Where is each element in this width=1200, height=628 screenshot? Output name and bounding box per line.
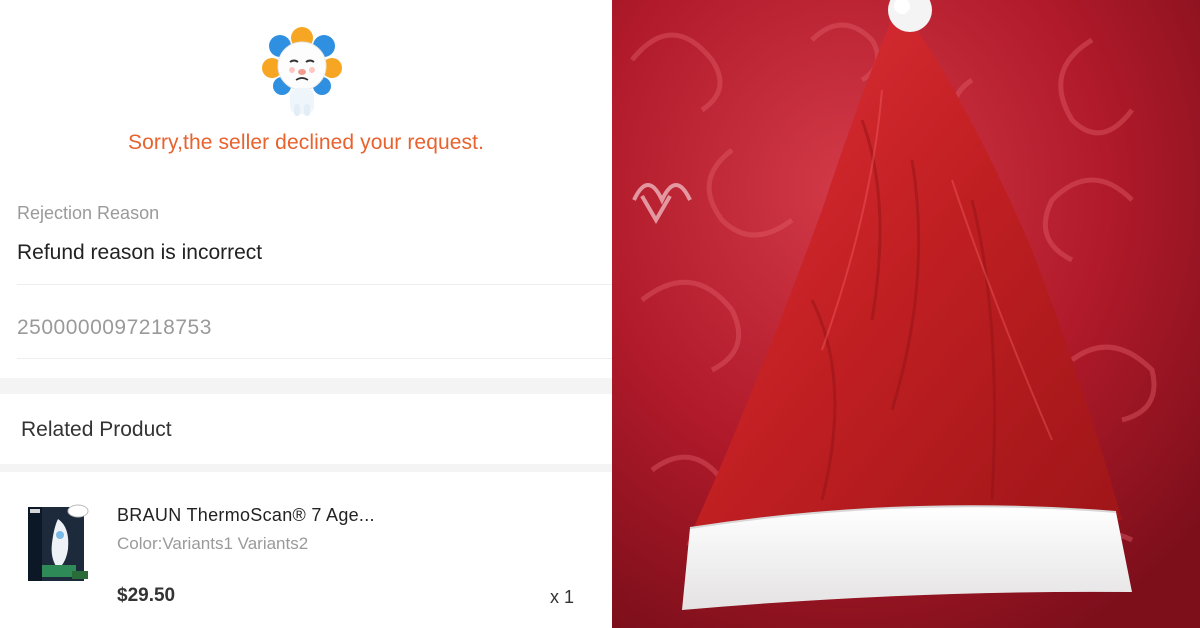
product-price: $29.50 [117, 585, 176, 606]
request-id: 2500000097218753 [17, 316, 212, 339]
divider [17, 358, 612, 359]
decline-message: Sorry,the seller declined your request. [127, 131, 485, 154]
product-name[interactable]: BRAUN ThermoScan® 7 Age... [117, 505, 375, 526]
product-variant: Color:Variants1 Variants2 [117, 534, 309, 553]
rejection-reason-value: Refund reason is incorrect [17, 241, 263, 264]
product-quantity: x 1 [550, 587, 575, 607]
divider [17, 284, 612, 285]
thermometer-product-box-icon[interactable] [16, 501, 102, 583]
santa-hat-photo [612, 0, 1200, 628]
related-product-title: Related Product [21, 418, 172, 441]
section-separator [0, 378, 612, 394]
section-separator [0, 464, 612, 472]
rejection-reason-label: Rejection Reason [17, 203, 160, 223]
refund-detail-screen: Sorry,the seller declined your request. … [0, 0, 612, 628]
sad-lion-mascot-icon [262, 27, 342, 116]
